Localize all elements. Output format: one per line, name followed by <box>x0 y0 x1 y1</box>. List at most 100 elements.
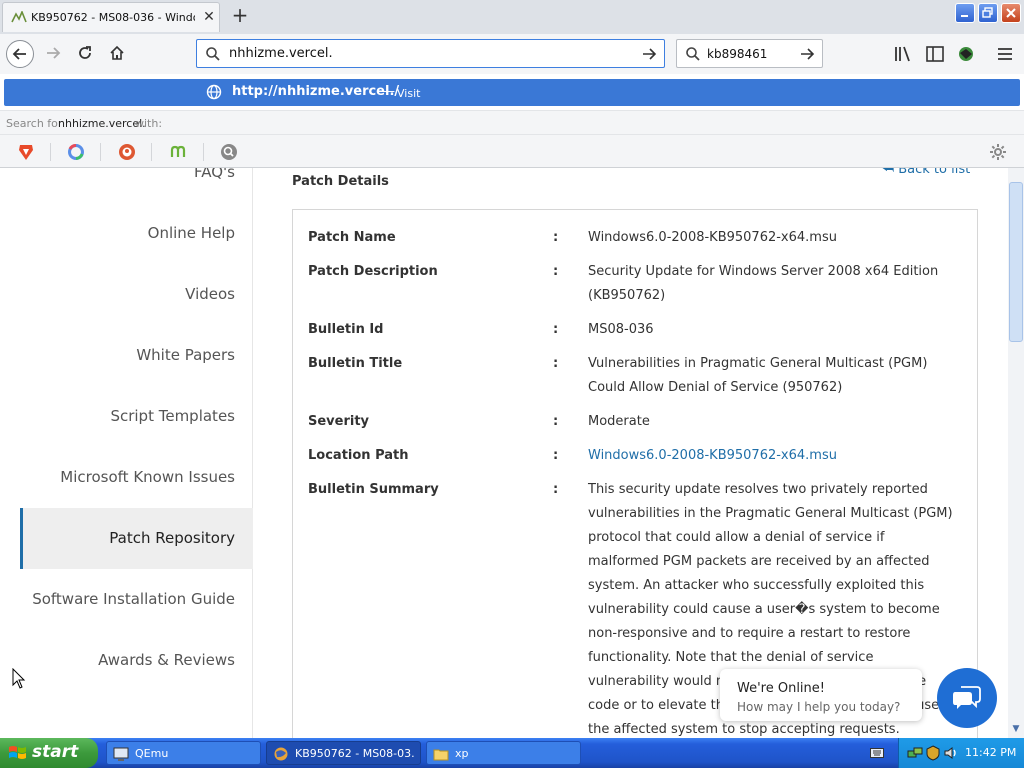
detail-value: Security Update for Windows Server 2008 … <box>588 264 939 303</box>
url-bar[interactable]: nhhizme.vercel. <box>196 39 665 68</box>
taskbar: start QEmu KB950762 - MS08-03... xp 11:4… <box>0 738 1024 768</box>
reload-button[interactable] <box>72 40 100 68</box>
url-input[interactable]: nhhizme.vercel. <box>229 46 333 61</box>
go-arrow-icon[interactable] <box>799 46 815 62</box>
start-button[interactable]: start <box>0 738 98 768</box>
detail-value: Windows6.0-2008-KB950762-x64.msu <box>588 230 837 245</box>
keyboard-icon[interactable] <box>870 747 884 759</box>
tab-title: KB950762 - MS08-036 - Windows <box>31 11 195 24</box>
security-shield-icon[interactable] <box>925 745 941 761</box>
sidebar-item-software-installation-guide[interactable]: Software Installation Guide <box>20 569 253 630</box>
extension-icon[interactable] <box>956 44 976 64</box>
network-icon[interactable] <box>907 745 923 761</box>
page-scrollbar[interactable]: ▼ <box>1008 168 1024 738</box>
back-button[interactable] <box>6 40 34 68</box>
library-icon[interactable] <box>893 44 913 64</box>
page-content: FAQ's Online Help Videos White Papers Sc… <box>0 168 1008 738</box>
sidebar-toggle-icon[interactable] <box>925 44 945 64</box>
detail-label: Location Path <box>308 448 409 463</box>
sidebar-item-patch-repository[interactable]: Patch Repository <box>20 508 253 569</box>
suggestion-separator: — <box>382 84 395 99</box>
system-tray: 11:42 PM <box>898 738 1024 768</box>
taskbar-item-label: QEmu <box>135 747 169 760</box>
mojeek-engine-icon[interactable] <box>168 142 188 162</box>
detail-label: Patch Description <box>308 264 438 279</box>
minimize-button[interactable] <box>955 3 975 23</box>
new-tab-button[interactable]: + <box>230 5 250 26</box>
search-bar[interactable]: kb898461 <box>676 39 823 68</box>
location-path-link[interactable]: Windows6.0-2008-KB950762-x64.msu <box>588 444 958 468</box>
taskbar-item-label: xp <box>455 747 469 760</box>
detail-colon: : <box>553 448 559 463</box>
search-for-row: Search for nhhizme.vercel. with: <box>0 110 1024 134</box>
volume-icon[interactable] <box>943 745 959 761</box>
detail-value: Vulnerabilities in Pragmatic General Mul… <box>588 356 928 395</box>
engine-separator <box>151 143 152 161</box>
taskbar-item-label: KB950762 - MS08-03... <box>295 747 415 760</box>
navigation-toolbar: nhhizme.vercel. kb898461 <box>0 34 1024 74</box>
sidebar-item-videos[interactable]: Videos <box>20 264 253 325</box>
home-button[interactable] <box>104 40 132 68</box>
engine-separator <box>100 143 101 161</box>
search-icon <box>686 47 700 61</box>
detail-colon: : <box>553 264 559 279</box>
scroll-down-icon[interactable]: ▼ <box>1009 722 1023 736</box>
globe-icon <box>206 84 222 100</box>
detail-value: Moderate <box>588 414 650 429</box>
mouse-cursor-icon <box>12 668 26 689</box>
chat-greeting-bubble[interactable]: We're Online! How may I help you today? <box>720 669 922 721</box>
search-input[interactable]: kb898461 <box>707 47 767 61</box>
suggestion-url: http://nhhizme.vercel./ <box>232 84 400 99</box>
scrollbar-thumb[interactable] <box>1009 182 1023 342</box>
minimize-icon <box>961 15 968 17</box>
back-to-list-label: Back to list <box>898 168 971 177</box>
start-label: start <box>32 742 79 762</box>
detail-label: Bulletin Id <box>308 322 384 337</box>
patch-details-table: Patch Name : Windows6.0-2008-KB950762-x6… <box>292 209 978 738</box>
search-for-prefix: Search for <box>6 117 63 130</box>
back-to-list-link[interactable]: ⮪ Back to list <box>882 168 970 177</box>
chat-icon <box>953 686 981 709</box>
detail-label: Patch Name <box>308 230 396 245</box>
brave-engine-icon[interactable] <box>16 142 36 162</box>
restore-icon <box>982 7 993 18</box>
search-engine-icon[interactable] <box>219 142 239 162</box>
detail-label: Bulletin Title <box>308 356 403 371</box>
detail-label: Bulletin Summary <box>308 482 439 497</box>
qwant-engine-icon[interactable] <box>66 142 86 162</box>
home-icon <box>110 45 124 60</box>
close-icon <box>1006 8 1016 18</box>
detail-colon: : <box>553 482 559 497</box>
gear-icon[interactable] <box>988 142 1008 162</box>
url-suggestion-row[interactable]: http://nhhizme.vercel./ — Visit <box>4 79 1020 106</box>
sidebar-item-microsoft-known-issues[interactable]: Microsoft Known Issues <box>20 447 253 508</box>
go-arrow-icon[interactable] <box>641 46 657 62</box>
arrow-right-icon <box>47 47 61 59</box>
back-arrow-icon: ⮪ <box>882 168 899 177</box>
detail-colon: : <box>553 414 559 429</box>
reload-icon <box>79 46 91 59</box>
maximize-button[interactable] <box>978 3 998 23</box>
detail-colon: : <box>553 322 559 337</box>
monitor-icon <box>113 747 129 761</box>
duckduckgo-engine-icon[interactable] <box>117 142 137 162</box>
chat-open-button[interactable] <box>937 668 997 728</box>
site-favicon-icon <box>11 11 27 23</box>
main-panel: ⮪ Back to list Patch Details Patch Name … <box>254 168 1008 738</box>
sidebar-item-awards-reviews[interactable]: Awards & Reviews <box>20 630 253 691</box>
sidebar-item-white-papers[interactable]: White Papers <box>20 325 253 386</box>
taskbar-item-qemu[interactable]: QEmu <box>106 741 261 765</box>
browser-tab[interactable]: KB950762 - MS08-036 - Windows ✕ <box>2 2 220 32</box>
sidebar-item-online-help[interactable]: Online Help <box>20 203 253 264</box>
folder-icon <box>433 749 449 761</box>
forward-button[interactable] <box>40 40 68 68</box>
tab-close-icon[interactable]: ✕ <box>201 8 217 26</box>
section-title: Patch Details <box>292 174 389 189</box>
windows-logo-icon <box>9 746 26 759</box>
sidebar-item-script-templates[interactable]: Script Templates <box>20 386 253 447</box>
taskbar-item-browser[interactable]: KB950762 - MS08-03... <box>266 741 421 765</box>
menu-icon[interactable] <box>995 44 1015 64</box>
sidebar-item-faqs[interactable]: FAQ's <box>20 168 253 203</box>
taskbar-item-xp-folder[interactable]: xp <box>426 741 581 765</box>
close-window-button[interactable] <box>1001 3 1021 23</box>
